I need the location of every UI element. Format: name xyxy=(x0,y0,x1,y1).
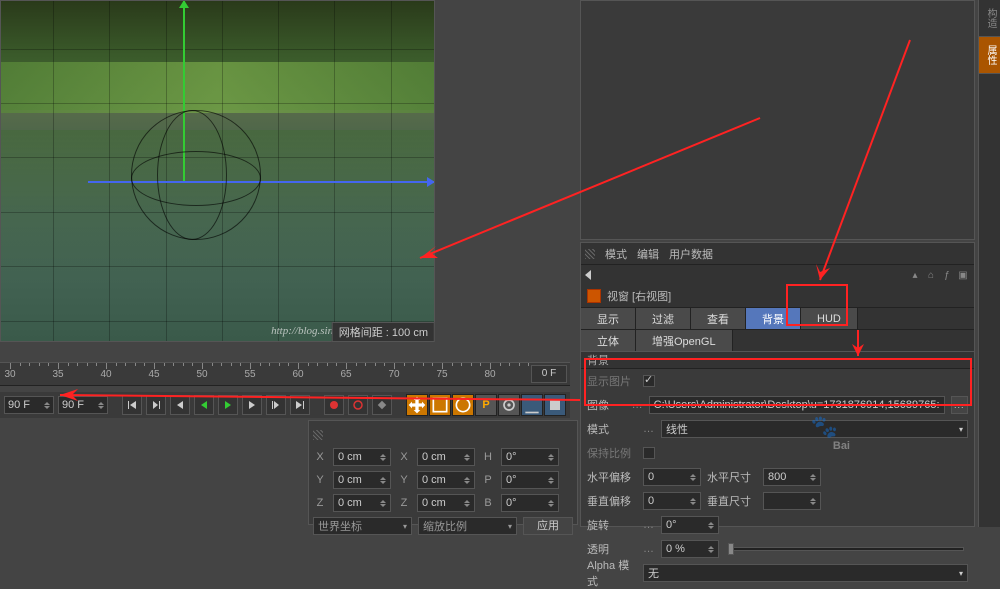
prev-frame-button[interactable] xyxy=(170,395,190,415)
opacity-slider[interactable] xyxy=(729,547,964,551)
coord-h-rot[interactable]: 0° xyxy=(501,448,559,466)
menu-userdata[interactable]: 用户数据 xyxy=(669,246,713,262)
rotate-field[interactable]: 0° xyxy=(661,516,719,534)
v-size-field[interactable] xyxy=(763,492,821,510)
prop-image-label: 图像 xyxy=(587,397,626,413)
coord-p-rot[interactable]: 0° xyxy=(501,471,559,489)
record-button[interactable] xyxy=(324,395,344,415)
tool-a[interactable] xyxy=(521,394,543,416)
coord-space-select[interactable]: 世界坐标 xyxy=(313,517,412,535)
tab-hud[interactable]: HUD xyxy=(801,308,858,329)
viewport[interactable]: http://blog.sina.com.cn/newbaishui xyxy=(0,0,435,342)
keep-ratio-checkbox[interactable] xyxy=(643,447,655,459)
attr-tabs-row2: 立体 增强OpenGL xyxy=(581,329,974,351)
timeline-controls: 90 F 90 F P xyxy=(0,392,570,418)
tab-filter[interactable]: 过滤 xyxy=(636,308,691,329)
nav-new-icon[interactable]: ▣ xyxy=(956,270,970,281)
coord-x-label: X xyxy=(313,451,327,463)
panel-grip-icon[interactable] xyxy=(585,249,595,259)
alpha-mode-select[interactable]: 无 xyxy=(643,564,968,582)
tab-background[interactable]: 背景 xyxy=(746,308,801,329)
prev-key-button[interactable] xyxy=(146,395,166,415)
tab-enhanced-opengl[interactable]: 增强OpenGL xyxy=(636,330,733,351)
timeline-start-field[interactable]: 90 F xyxy=(4,396,54,414)
h-offset-field[interactable]: 0 xyxy=(643,468,701,486)
prop-h-size-label: 水平尺寸 xyxy=(707,469,757,485)
coord-x-size[interactable]: 0 cm xyxy=(417,448,475,466)
tool-scale[interactable] xyxy=(429,394,451,416)
prop-alpha-label: Alpha 模式 xyxy=(587,557,637,589)
play-reverse-button[interactable] xyxy=(194,395,214,415)
coord-apply-button[interactable]: 应用 xyxy=(523,517,573,535)
attr-menubar: 模式 编辑 用户数据 xyxy=(581,243,974,265)
image-path-field[interactable]: C:\Users\Administrator\Desktop\u=1731876… xyxy=(649,396,945,414)
timeline-ruler[interactable]: 0 F 3035404550556065707580 xyxy=(0,362,570,386)
h-size-field[interactable]: 800 xyxy=(763,468,821,486)
coordinate-panel: X 0 cm X 0 cm H 0° Y 0 cm Y 0 cm P 0° Z … xyxy=(308,420,578,525)
nav-home-icon[interactable]: ⌂ xyxy=(924,270,938,281)
coord-y-size[interactable]: 0 cm xyxy=(417,471,475,489)
nav-up-icon[interactable]: ▴ xyxy=(908,270,922,281)
timeline-end-field[interactable]: 90 F xyxy=(58,396,108,414)
prop-v-size-label: 垂直尺寸 xyxy=(707,493,757,509)
tool-rotate[interactable] xyxy=(452,394,474,416)
vtab-attributes[interactable]: 属性 xyxy=(979,37,1000,74)
prop-v-offset-label: 垂直偏移 xyxy=(587,493,637,509)
go-to-end-button[interactable] xyxy=(290,395,310,415)
prop-mode-label: 模式 xyxy=(587,421,637,437)
object-manager-panel[interactable] xyxy=(580,0,975,240)
next-frame-button[interactable] xyxy=(242,395,262,415)
coord-b-rot[interactable]: 0° xyxy=(501,494,559,512)
menu-mode[interactable]: 模式 xyxy=(605,246,627,262)
nav-back-icon[interactable] xyxy=(585,270,591,280)
tool-p[interactable]: P xyxy=(475,394,497,416)
v-offset-field[interactable]: 0 xyxy=(643,492,701,510)
viewport-object-icon xyxy=(587,289,601,303)
vtab-structure[interactable]: 构造 xyxy=(979,0,1000,37)
play-button[interactable] xyxy=(218,395,238,415)
coord-scale-mode-select[interactable]: 缩放比例 xyxy=(418,517,517,535)
next-key-button[interactable] xyxy=(266,395,286,415)
tool-b[interactable] xyxy=(544,394,566,416)
mode-select[interactable]: 线性 xyxy=(661,420,968,438)
prop-keep-ratio-label: 保持比例 xyxy=(587,445,637,461)
opacity-field[interactable]: 0 % xyxy=(661,540,719,558)
go-to-start-button[interactable] xyxy=(122,395,142,415)
tool-lock[interactable] xyxy=(498,394,520,416)
autokey-button[interactable] xyxy=(348,395,368,415)
tab-display[interactable]: 显示 xyxy=(581,308,636,329)
ruler-current-frame[interactable]: 0 F xyxy=(531,365,567,383)
right-dock-tabs: 构造 属性 xyxy=(978,0,1000,527)
menu-edit[interactable]: 编辑 xyxy=(637,246,659,262)
attr-toolbar: ▴ ⌂ ƒ ▣ xyxy=(581,265,974,285)
prop-rotate-label: 旋转 xyxy=(587,517,637,533)
tab-stereo[interactable]: 立体 xyxy=(581,330,636,351)
prop-show-image-label: 显示图片 xyxy=(587,373,637,389)
viewport-image: http://blog.sina.com.cn/newbaishui xyxy=(1,1,434,341)
coord-z-pos[interactable]: 0 cm xyxy=(333,494,391,512)
grid-spacing-label: 网格间距 : 100 cm xyxy=(332,322,435,342)
nav-func-icon[interactable]: ƒ xyxy=(940,270,954,281)
coord-y-pos[interactable]: 0 cm xyxy=(333,471,391,489)
show-image-checkbox[interactable] xyxy=(643,375,655,387)
panel-grip-icon[interactable] xyxy=(313,430,323,440)
group-background: 背景 xyxy=(581,351,974,369)
tab-view[interactable]: 查看 xyxy=(691,308,746,329)
tool-move[interactable] xyxy=(406,394,428,416)
attribute-panel: 模式 编辑 用户数据 ▴ ⌂ ƒ ▣ 视窗 [右视图] 显示 过滤 查看 背景 … xyxy=(580,242,975,527)
attr-object-header: 视窗 [右视图] xyxy=(581,285,974,307)
image-browse-button[interactable]: ... xyxy=(951,396,968,414)
keyframe-options-button[interactable] xyxy=(372,395,392,415)
prop-opacity-label: 透明 xyxy=(587,541,637,557)
prop-h-offset-label: 水平偏移 xyxy=(587,469,637,485)
coord-x-pos[interactable]: 0 cm xyxy=(333,448,391,466)
coord-z-size[interactable]: 0 cm xyxy=(417,494,475,512)
attr-tabs-row1: 显示 过滤 查看 背景 HUD xyxy=(581,307,974,329)
